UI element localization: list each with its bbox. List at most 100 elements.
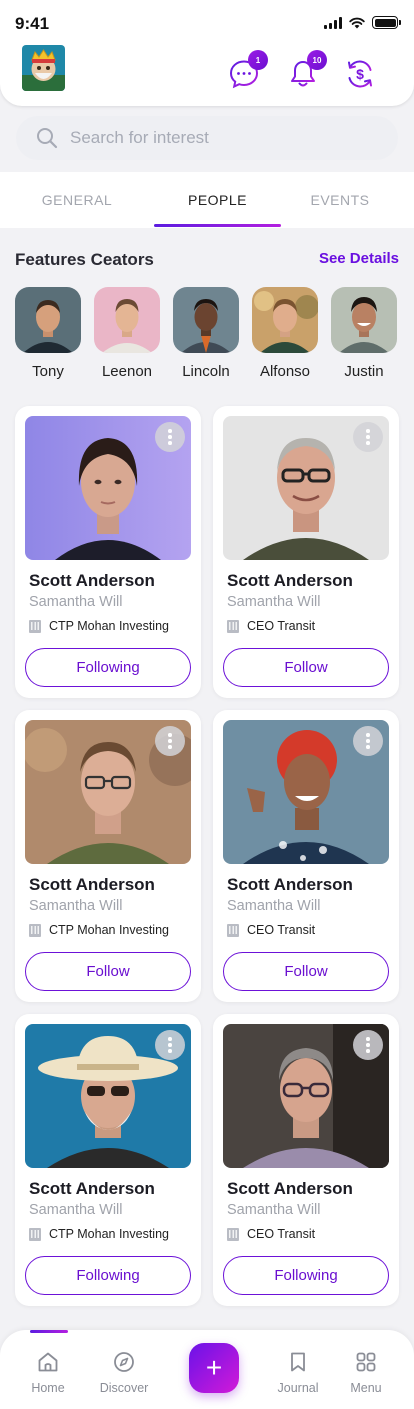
signal-icon: [324, 16, 342, 29]
following-button[interactable]: Following: [223, 1256, 389, 1295]
person-subtitle: Samantha Will: [227, 594, 321, 610]
creator-leenon[interactable]: Leenon: [94, 287, 160, 380]
nav-home[interactable]: Home: [13, 1350, 83, 1395]
top-header: 9:41 1 10 $: [0, 0, 414, 106]
person-name: Scott Anderson: [227, 571, 353, 590]
creator-justin[interactable]: Justin: [331, 287, 397, 380]
org-label: CTP Mohan Investing: [49, 619, 169, 633]
status-icons: [324, 16, 401, 29]
person-name: Scott Anderson: [227, 875, 353, 894]
org-label: CEO Transit: [247, 619, 316, 633]
tab-general[interactable]: GENERAL: [0, 172, 154, 228]
search-input[interactable]: [70, 128, 370, 148]
building-icon: [227, 1227, 239, 1241]
building-icon: [227, 923, 239, 937]
nav-discover[interactable]: Discover: [89, 1350, 159, 1395]
currency-exchange-icon: $: [348, 60, 372, 88]
person-photo: [25, 720, 191, 864]
building-icon: [29, 619, 41, 633]
building-icon: [29, 923, 41, 937]
person-org: CEO Transit: [227, 619, 315, 633]
person-org: CEO Transit: [227, 1227, 315, 1241]
notifications-button[interactable]: 10: [287, 50, 327, 90]
nav-journal[interactable]: Journal: [263, 1350, 333, 1395]
search-bar[interactable]: [16, 116, 398, 160]
nav-label: Journal: [277, 1381, 319, 1395]
person-name: Scott Anderson: [29, 571, 155, 590]
bottom-navigation: Home Discover + Journal Menu: [0, 1330, 414, 1409]
person-org: CTP Mohan Investing: [29, 619, 169, 633]
person-card: Scott Anderson Samantha Will CEO Transit…: [213, 1014, 399, 1306]
person-card: Scott Anderson Samantha Will CTP Mohan I…: [15, 1014, 201, 1306]
following-button[interactable]: Following: [25, 1256, 191, 1295]
creator-alfonso[interactable]: Alfonso: [252, 287, 318, 380]
featured-creators-title: Features Ceators: [15, 250, 154, 269]
messages-button[interactable]: 1: [228, 50, 268, 90]
creator-name: Alfonso: [259, 363, 311, 380]
person-card: Scott Anderson Samantha Will CTP Mohan I…: [15, 710, 201, 1002]
more-options-button[interactable]: [353, 422, 383, 452]
messages-badge: 1: [248, 50, 268, 70]
plus-icon: +: [205, 1352, 223, 1383]
person-photo: [25, 416, 191, 560]
person-photo: [223, 416, 389, 560]
tab-events[interactable]: EVENTS: [281, 172, 399, 228]
nav-menu[interactable]: Menu: [331, 1350, 401, 1395]
org-label: CEO Transit: [247, 923, 316, 937]
creator-photo: [94, 287, 160, 353]
person-org: CEO Transit: [227, 923, 315, 937]
tab-bar: GENERAL PEOPLE EVENTS: [0, 172, 414, 228]
bookmark-icon: [291, 1352, 305, 1372]
follow-button[interactable]: Follow: [25, 952, 191, 991]
nav-label: Discover: [99, 1381, 149, 1395]
follow-button[interactable]: Follow: [223, 952, 389, 991]
person-name: Scott Anderson: [29, 875, 155, 894]
creator-photo: [331, 287, 397, 353]
more-options-button[interactable]: [353, 726, 383, 756]
person-card: Scott Anderson Samantha Will CEO Transit…: [213, 406, 399, 698]
nav-label: Menu: [350, 1381, 382, 1395]
wifi-icon: [349, 17, 365, 28]
creator-photo: [252, 287, 318, 353]
grid-icon: [356, 1352, 376, 1372]
battery-icon: [372, 16, 401, 29]
more-options-button[interactable]: [155, 1030, 185, 1060]
svg-text:$: $: [356, 66, 364, 82]
person-org: CTP Mohan Investing: [29, 1227, 169, 1241]
create-post-button[interactable]: +: [189, 1343, 239, 1393]
person-photo: [223, 1024, 389, 1168]
creator-photo: [15, 287, 81, 353]
person-card: Scott Anderson Samantha Will CTP Mohan I…: [15, 406, 201, 698]
see-details-link[interactable]: See Details: [319, 250, 399, 267]
creator-tony[interactable]: Tony: [15, 287, 81, 380]
org-label: CTP Mohan Investing: [49, 923, 169, 937]
notifications-badge: 10: [307, 50, 327, 70]
person-card: Scott Anderson Samantha Will CEO Transit…: [213, 710, 399, 1002]
person-subtitle: Samantha Will: [29, 594, 123, 610]
nav-label: Home: [31, 1381, 65, 1395]
person-subtitle: Samantha Will: [29, 1202, 123, 1218]
building-icon: [227, 619, 239, 633]
person-subtitle: Samantha Will: [29, 898, 123, 914]
tab-people[interactable]: PEOPLE: [154, 172, 281, 228]
person-name: Scott Anderson: [227, 1179, 353, 1198]
more-options-button[interactable]: [155, 422, 185, 452]
profile-avatar[interactable]: [22, 45, 65, 91]
building-icon: [29, 1227, 41, 1241]
org-label: CTP Mohan Investing: [49, 1227, 169, 1241]
more-options-button[interactable]: [155, 726, 185, 756]
creator-name: Lincoln: [182, 363, 230, 380]
person-subtitle: Samantha Will: [227, 898, 321, 914]
follow-button[interactable]: Follow: [223, 648, 389, 687]
person-subtitle: Samantha Will: [227, 1202, 321, 1218]
creator-name: Leenon: [101, 363, 153, 380]
creator-name: Justin: [344, 363, 384, 380]
search-icon: [37, 128, 58, 149]
more-options-button[interactable]: [353, 1030, 383, 1060]
following-button[interactable]: Following: [25, 648, 191, 687]
creator-lincoln[interactable]: Lincoln: [173, 287, 239, 380]
wallet-button[interactable]: $: [344, 58, 376, 90]
person-org: CTP Mohan Investing: [29, 923, 169, 937]
org-label: CEO Transit: [247, 1227, 316, 1241]
status-time: 9:41: [15, 14, 50, 33]
